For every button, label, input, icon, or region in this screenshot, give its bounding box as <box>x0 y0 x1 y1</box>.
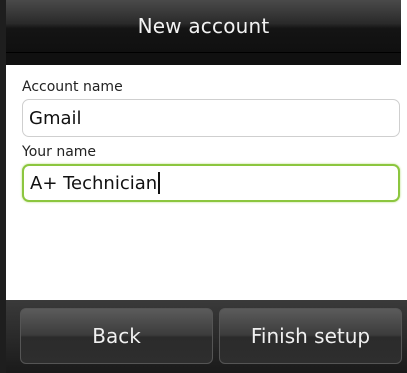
account-form: Account name Gmail Your name A+ Technici… <box>6 65 404 299</box>
your-name-label: Your name <box>22 144 97 160</box>
title-divider <box>6 53 401 65</box>
your-name-value: A+ Technician <box>30 172 158 194</box>
new-account-screen: New account Account name Gmail Your name… <box>0 0 407 373</box>
finish-setup-button-label: Finish setup <box>250 324 371 348</box>
button-bar: Back Finish setup <box>6 300 407 373</box>
title-bar: New account <box>6 0 401 53</box>
account-name-label: Account name <box>22 79 123 95</box>
finish-setup-button[interactable]: Finish setup <box>219 308 402 364</box>
text-caret <box>158 172 161 194</box>
back-button-label: Back <box>92 324 141 348</box>
your-name-input[interactable]: A+ Technician <box>22 164 400 202</box>
back-button[interactable]: Back <box>20 308 213 364</box>
page-title: New account <box>137 14 270 38</box>
account-name-input[interactable]: Gmail <box>22 99 400 137</box>
account-name-value: Gmail <box>29 107 82 129</box>
